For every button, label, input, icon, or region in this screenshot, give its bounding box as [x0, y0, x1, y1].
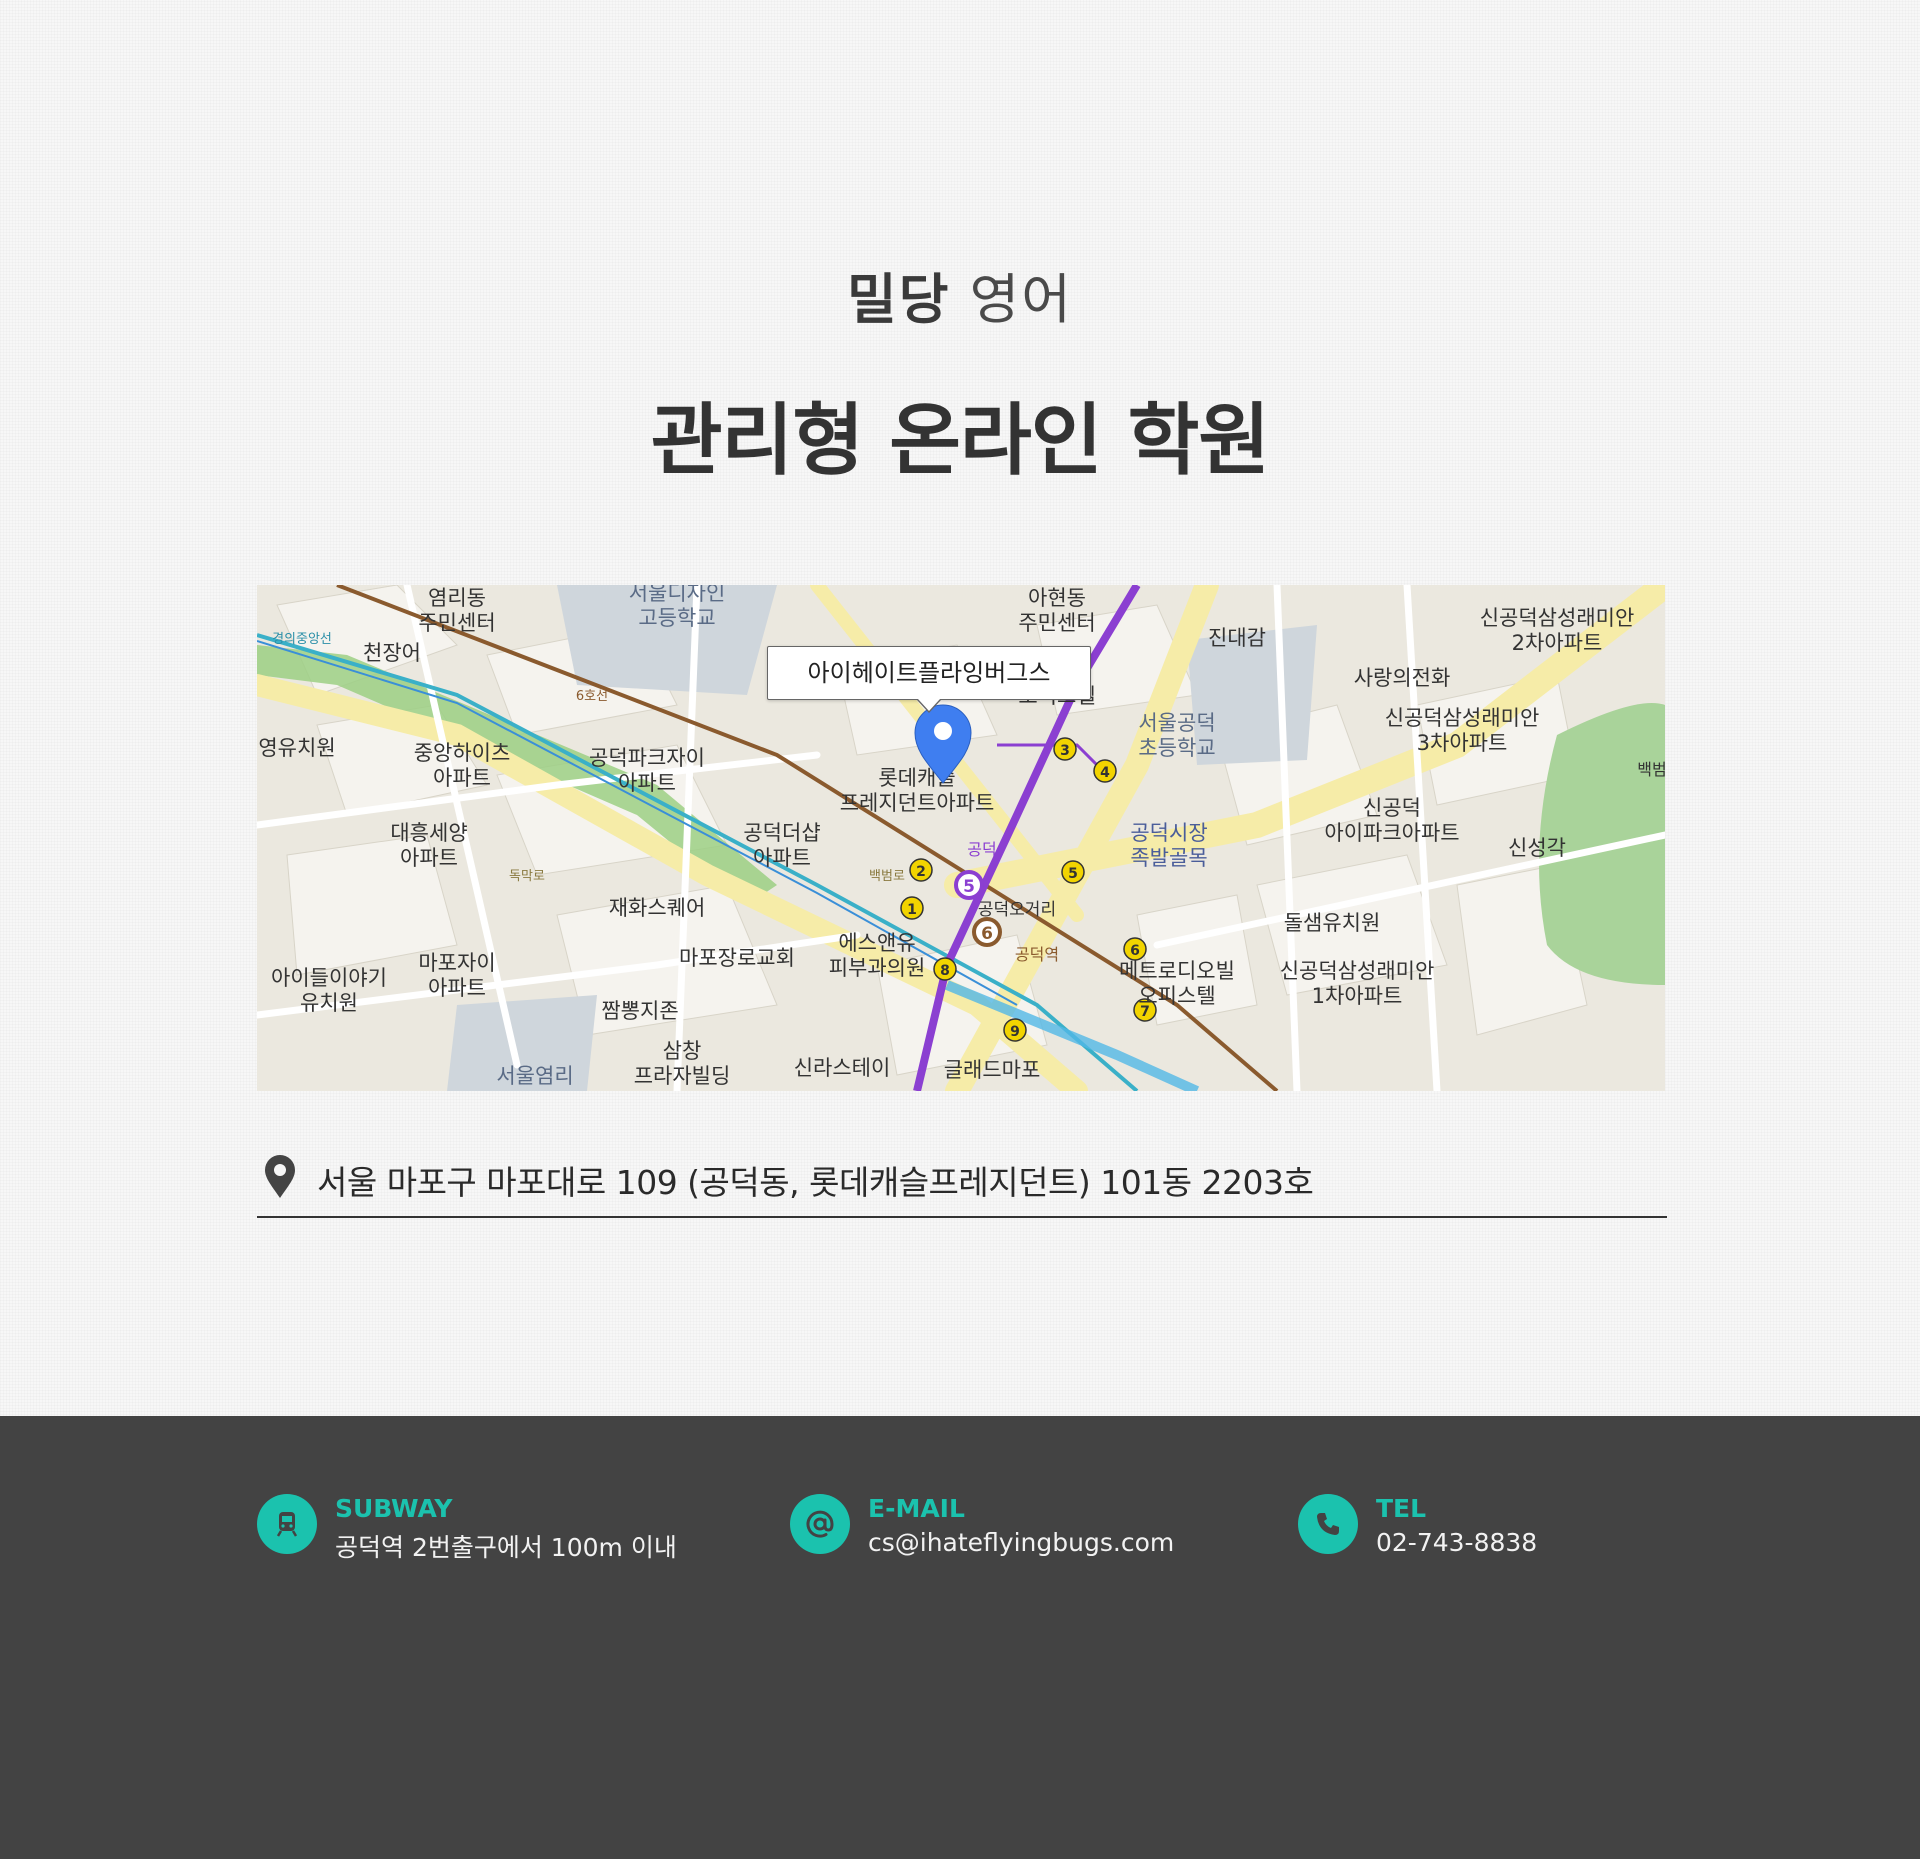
svg-text:대흥세양: 대흥세양: [390, 821, 467, 845]
email-value[interactable]: cs@ihateflyingbugs.com: [868, 1528, 1174, 1557]
address-row: 서울 마포구 마포대로 109 (공덕동, 롯데캐슬프레지던트) 101동 22…: [257, 1148, 1667, 1218]
map-pin-icon: [265, 1155, 295, 1198]
svg-text:신공덕삼성래미안: 신공덕삼성래미안: [1480, 606, 1635, 630]
subway-value: 공덕역 2번출구에서 100m 이내: [335, 1533, 677, 1562]
exit-9-label: 9: [1010, 1024, 1020, 1040]
line-6-badge: 6: [972, 917, 1002, 947]
svg-text:중앙하이츠: 중앙하이츠: [414, 741, 511, 765]
marker-callout[interactable]: 아이헤이트플라잉버그스: [767, 646, 1091, 713]
svg-text:2차아파트: 2차아파트: [1512, 631, 1603, 655]
svg-text:신공덕삼성래미안: 신공덕삼성래미안: [1385, 706, 1540, 730]
svg-text:서울공덕: 서울공덕: [1138, 711, 1215, 735]
svg-text:신공덕: 신공덕: [1363, 796, 1421, 820]
svg-text:글래드마포: 글래드마포: [944, 1058, 1041, 1082]
exit-6-label: 6: [1130, 943, 1140, 959]
exit-8-label: 8: [940, 963, 950, 979]
svg-text:아이파크아파트: 아이파크아파트: [1324, 821, 1459, 845]
svg-text:마포자이: 마포자이: [418, 951, 495, 975]
svg-text:주민센터: 주민센터: [1018, 611, 1095, 635]
logo-part1: 밀당: [847, 268, 951, 331]
svg-text:신라스테이: 신라스테이: [794, 1056, 891, 1080]
train-icon: [257, 1494, 317, 1554]
svg-text:6호선: 6호선: [576, 689, 608, 704]
svg-text:고등학교: 고등학교: [638, 606, 715, 630]
svg-text:돌샘유치원: 돌샘유치원: [1284, 911, 1381, 935]
email-label: E-MAIL: [868, 1494, 965, 1523]
svg-text:아현동: 아현동: [1028, 586, 1086, 610]
svg-text:3차아파트: 3차아파트: [1417, 731, 1508, 755]
exit-3-label: 3: [1060, 743, 1070, 759]
svg-text:프레지던트아파트: 프레지던트아파트: [840, 791, 995, 815]
svg-text:서울염리: 서울염리: [496, 1064, 573, 1088]
svg-text:백범로: 백범로: [869, 869, 905, 884]
svg-text:아파트: 아파트: [753, 846, 811, 870]
svg-text:짬뽕지존: 짬뽕지존: [601, 999, 678, 1023]
svg-text:피부과의원: 피부과의원: [829, 956, 926, 980]
svg-text:오피스텔: 오피스텔: [1138, 984, 1215, 1008]
logo: 밀당 영어: [0, 255, 1920, 334]
svg-text:에스앤유: 에스앤유: [838, 931, 915, 955]
location-map[interactable]: 3 4 5 2 1 6 7 8 9 5 6 염리동 주민센터 서울디자인 고등학…: [257, 585, 1665, 1091]
svg-text:공덕역: 공덕역: [1015, 945, 1059, 964]
line-5-badge: 5: [954, 870, 984, 900]
svg-text:유치원: 유치원: [300, 991, 358, 1015]
logo-part2: 영어: [969, 268, 1073, 331]
exit-5-label: 5: [1068, 866, 1078, 882]
svg-text:독막로: 독막로: [509, 869, 545, 884]
svg-text:재화스퀘어: 재화스퀘어: [609, 896, 706, 920]
svg-text:족발골목: 족발골목: [1130, 846, 1207, 870]
tel-value[interactable]: 02-743-8838: [1376, 1528, 1537, 1557]
svg-text:공덕: 공덕: [967, 840, 996, 859]
exit-4-label: 4: [1100, 765, 1110, 781]
tel-label: TEL: [1376, 1494, 1427, 1523]
svg-text:사랑의전화: 사랑의전화: [1354, 666, 1451, 690]
svg-text:주민센터: 주민센터: [418, 611, 495, 635]
svg-text:삼창: 삼창: [663, 1039, 702, 1063]
svg-text:공덕시장: 공덕시장: [1130, 821, 1207, 845]
svg-text:아이들이야기: 아이들이야기: [271, 966, 387, 990]
svg-text:진대감: 진대감: [1208, 626, 1266, 650]
svg-text:공덕더샵: 공덕더샵: [743, 821, 820, 845]
at-sign-icon: [790, 1494, 850, 1554]
svg-text:공덕오거리: 공덕오거리: [978, 900, 1056, 920]
svg-text:공덕파크자이: 공덕파크자이: [589, 746, 705, 770]
svg-text:6: 6: [981, 924, 993, 944]
svg-text:서울디자인: 서울디자인: [629, 585, 726, 605]
exit-1-label: 1: [907, 902, 917, 918]
svg-text:마포장로교회: 마포장로교회: [679, 946, 795, 970]
svg-text:5: 5: [963, 877, 975, 897]
svg-text:천장어: 천장어: [363, 641, 421, 665]
svg-text:아파트: 아파트: [400, 846, 458, 870]
svg-text:프라자빌딩: 프라자빌딩: [634, 1064, 731, 1088]
svg-text:신성각: 신성각: [1508, 836, 1566, 860]
svg-text:신공덕삼성래미안: 신공덕삼성래미안: [1280, 959, 1435, 983]
intro-section: 밀당 영어 관리형 온라인 학원 3 4 5 2 1 6 7 8 9 5 6 염…: [0, 0, 1920, 1416]
svg-text:아파트: 아파트: [433, 766, 491, 790]
footer: SUBWAY 공덕역 2번출구에서 100m 이내 E-MAIL cs@ihat…: [0, 1416, 1920, 1859]
svg-text:1차아파트: 1차아파트: [1312, 984, 1403, 1008]
page-title: 관리형 온라인 학원: [650, 396, 1270, 486]
phone-icon: [1298, 1494, 1358, 1554]
exit-2-label: 2: [916, 864, 926, 880]
svg-text:백범: 백범: [1637, 760, 1665, 779]
svg-text:영유치원: 영유치원: [258, 736, 335, 760]
svg-text:메트로디오빌: 메트로디오빌: [1119, 959, 1235, 983]
svg-text:염리동: 염리동: [428, 586, 486, 610]
subway-label: SUBWAY: [335, 1494, 453, 1523]
svg-text:아파트: 아파트: [618, 771, 676, 795]
address-text: 서울 마포구 마포대로 109 (공덕동, 롯데캐슬프레지던트) 101동 22…: [317, 1163, 1314, 1202]
svg-text:초등학교: 초등학교: [1138, 736, 1215, 760]
svg-text:경의중앙선: 경의중앙선: [272, 632, 332, 647]
svg-text:아파트: 아파트: [428, 976, 486, 1000]
